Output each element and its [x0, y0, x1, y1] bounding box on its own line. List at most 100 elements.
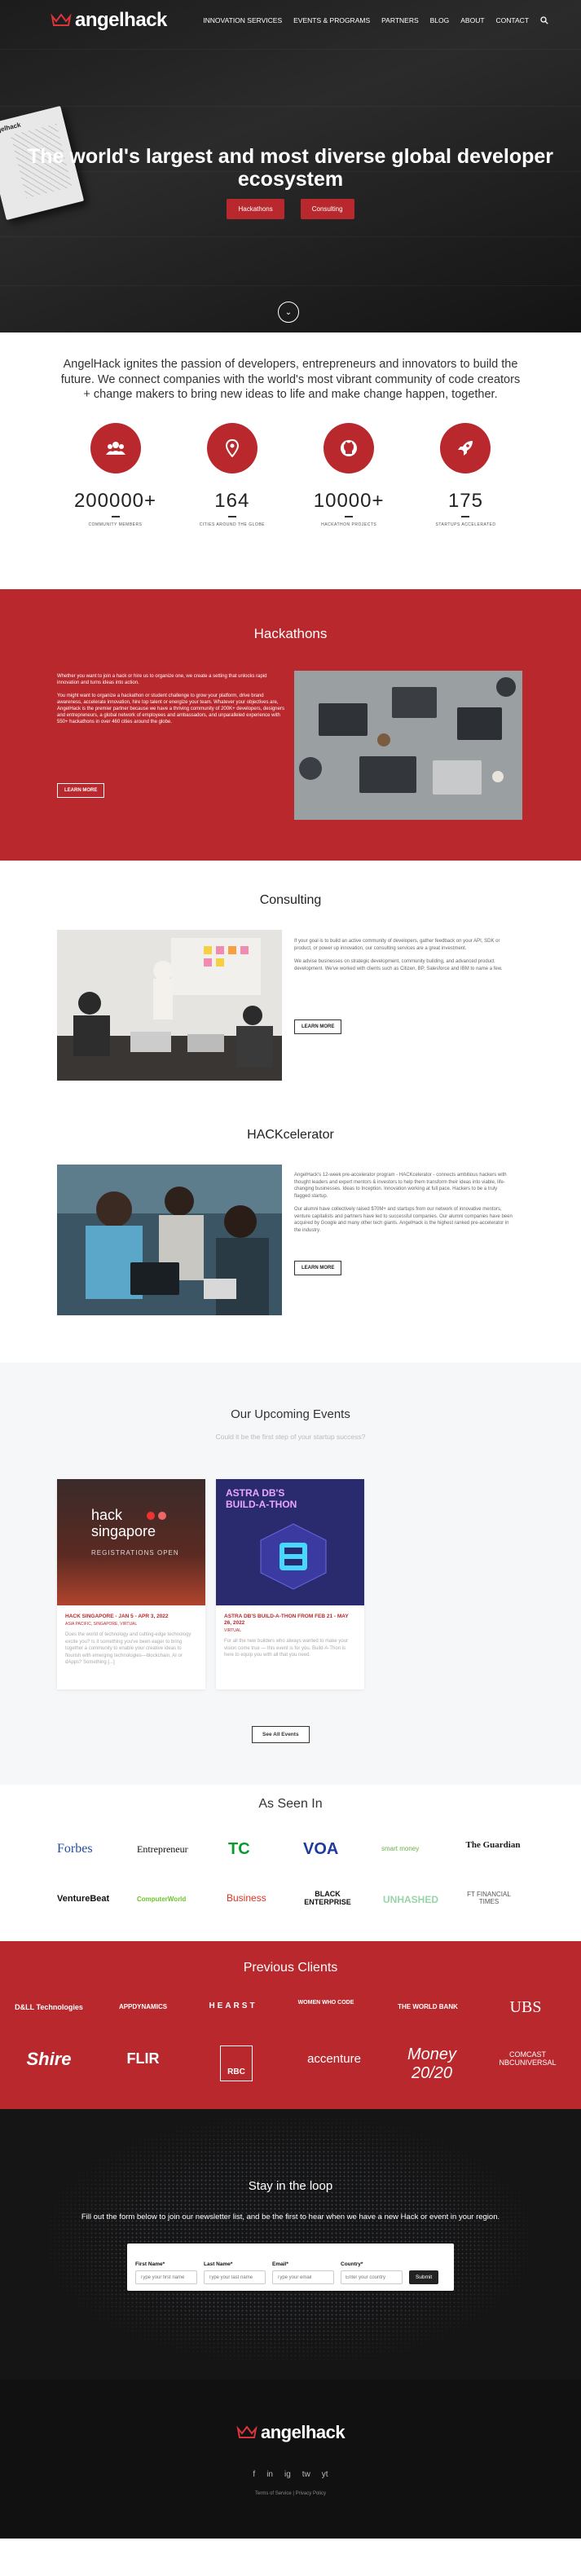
stat-label: STARTUPS ACCELERATED	[435, 522, 496, 527]
press-logo-voa: VOA	[303, 1840, 339, 1858]
consulting-title: Consulting	[259, 893, 322, 907]
event-description: For all the new builders who always want…	[224, 1639, 349, 1658]
press-logo-financial-times: FT FINANCIAL TIMES	[467, 1891, 511, 1905]
client-logo-women-who-code: WOMEN WHO CODE	[297, 2000, 354, 2006]
stat-label: CITIES AROUND THE GLOBE	[199, 522, 265, 527]
stat-projects: 10000+ HACKATHON PROJECTS	[304, 422, 394, 527]
menu-item-innovation-services[interactable]: INNOVATION SERVICES	[203, 16, 282, 24]
brand-name: angelhack	[75, 9, 167, 31]
consulting-learn-more-button[interactable]: LEARN MORE	[294, 1019, 342, 1034]
youtube-icon[interactable]: yt	[322, 2470, 328, 2479]
stat-number: 10000+	[313, 489, 385, 512]
first-name-input[interactable]	[135, 2270, 197, 2284]
footer-logo[interactable]: angelhack	[236, 2422, 346, 2443]
client-logo-shire: Shire	[26, 2049, 72, 2069]
event-image-astra-db: ASTRA DB'S BUILD-A-THON	[216, 1479, 364, 1605]
search-icon[interactable]	[540, 16, 548, 24]
scroll-down-icon[interactable]: ⌄	[278, 302, 299, 323]
stat-cities: 164 CITIES AROUND THE GLOBE	[187, 422, 277, 527]
legal-links[interactable]: Terms of Service | Privacy Policy	[0, 2491, 581, 2496]
github-icon	[324, 422, 375, 473]
hackcelerator-section: HACKcelerator AngelHack's 12-week pre-ac…	[0, 1103, 581, 1363]
event-image-hack-singapore: hack singapore REGISTRATIONS OPEN	[57, 1479, 205, 1605]
client-logo-world-bank: THE WORLD BANK	[398, 2003, 458, 2010]
event-image-line2: singapore	[91, 1523, 156, 1539]
instagram-icon[interactable]: ig	[284, 2470, 291, 2479]
users-icon	[90, 422, 141, 473]
press-logo-techcrunch: TC	[228, 1840, 250, 1858]
stat-number: 175	[447, 489, 483, 512]
brand-logo[interactable]: angelhack	[51, 9, 167, 32]
top-nav: angelhack INNOVATION SERVICES EVENTS & P…	[0, 0, 581, 41]
client-logo-flir: FLIR	[126, 2050, 160, 2067]
stats-row: 200000+ COMMUNITY MEMBERS 164 CITIES ARO…	[71, 422, 511, 527]
hackathons-body: You might want to organize a hackathon o…	[57, 694, 284, 724]
events-section: Our Upcoming Events Could it be the firs…	[0, 1363, 581, 1785]
events-title: Our Upcoming Events	[231, 1407, 350, 1421]
world-map-background	[49, 2117, 530, 2362]
footer-brand-name: angelhack	[261, 2422, 346, 2442]
client-logo-appdynamics: APPDYNAMICS	[118, 2003, 168, 2010]
hackcelerator-body: Our alumni have collectively raised $70M…	[294, 1207, 513, 1233]
see-all-events-button[interactable]: See All Events	[252, 1726, 310, 1743]
hackcelerator-learn-more-button[interactable]: LEARN MORE	[294, 1261, 342, 1275]
hackathon-desk-photo	[294, 671, 522, 820]
main-menu: INNOVATION SERVICES EVENTS & PROGRAMS PA…	[203, 16, 548, 24]
hackathons-section: Hackathons Whether you want to join a ha…	[0, 589, 581, 861]
consulting-meeting-photo	[57, 930, 282, 1081]
rocket-icon	[440, 422, 491, 473]
client-logo-dell: D&LL Technologies	[15, 2003, 83, 2011]
menu-item-contact[interactable]: CONTACT	[496, 16, 529, 24]
hackathons-intro: Whether you want to join a hack or hire …	[57, 674, 267, 685]
press-logo-business: Business	[227, 1892, 266, 1904]
hackathons-learn-more-button[interactable]: LEARN MORE	[57, 783, 105, 798]
event-image-line1: ASTRA DB'S	[226, 1487, 285, 1499]
client-logo-money2020: Money 20/20	[407, 2045, 457, 2082]
menu-item-blog[interactable]: BLOG	[430, 16, 450, 24]
event-location: VIRTUAL	[224, 1628, 242, 1633]
client-logo-hearst: HEARST	[209, 2001, 257, 2010]
stat-number: 164	[214, 489, 250, 512]
client-logo-accenture: accenture	[307, 2052, 361, 2066]
clients-title: Previous Clients	[243, 1961, 338, 1975]
linkedin-icon[interactable]: in	[266, 2470, 273, 2479]
submit-button[interactable]: Submit	[409, 2270, 439, 2284]
event-card[interactable]: hack singapore REGISTRATIONS OPEN HACK S…	[57, 1479, 205, 1689]
press-logo-forbes: Forbes	[57, 1842, 93, 1856]
menu-item-about[interactable]: ABOUT	[460, 16, 484, 24]
event-image-line3: REGISTRATIONS OPEN	[91, 1549, 179, 1557]
facebook-icon[interactable]: f	[253, 2470, 255, 2479]
country-label: Country*	[341, 2261, 363, 2267]
social-links: f in ig tw yt	[0, 2470, 581, 2479]
client-logo-comcast: COMCAST NBCUNIVERSAL	[499, 2050, 557, 2067]
event-title[interactable]: HACK SINGAPORE - JAN 5 - APR 3, 2022	[57, 1605, 205, 1620]
newsletter-section: Stay in the loop Fill out the form below…	[0, 2109, 581, 2380]
event-image-line1: hack	[91, 1507, 123, 1523]
hero-title: The world's largest and most diverse glo…	[27, 145, 553, 191]
email-label: Email*	[272, 2261, 288, 2267]
consulting-button[interactable]: Consulting	[300, 199, 354, 219]
newsletter-subtitle: Fill out the form below to join our news…	[81, 2213, 500, 2222]
stat-community: 200000+ COMMUNITY MEMBERS	[71, 422, 161, 527]
intro-section: AngelHack ignites the passion of develop…	[0, 332, 581, 589]
menu-item-partners[interactable]: PARTNERS	[381, 16, 419, 24]
consulting-intro: If your goal is to build an active commu…	[294, 939, 500, 951]
event-card[interactable]: ASTRA DB'S BUILD-A-THON ASTRA DB'S BUILD…	[216, 1479, 364, 1689]
stat-label: COMMUNITY MEMBERS	[88, 522, 143, 527]
event-location: ASIA PACIFIC, SINGAPORE, VIRTUAL	[65, 1622, 138, 1627]
consulting-section: Consulting If your goal is to build an a…	[0, 861, 581, 1103]
last-name-input[interactable]	[204, 2270, 266, 2284]
newsletter-title: Stay in the loop	[248, 2179, 333, 2193]
country-input[interactable]	[341, 2270, 403, 2284]
hackathons-title: Hackathons	[253, 626, 328, 641]
twitter-icon[interactable]: tw	[302, 2470, 310, 2479]
consulting-body: We advise businesses on strategic develo…	[294, 959, 503, 971]
press-logo-venturebeat: VentureBeat	[57, 1894, 110, 1904]
hackathons-button[interactable]: Hackathons	[227, 199, 284, 219]
stat-label: HACKATHON PROJECTS	[321, 522, 377, 527]
event-title[interactable]: ASTRA DB'S BUILD-A-THON FROM FEB 21 - MA…	[216, 1605, 364, 1627]
email-input[interactable]	[272, 2270, 334, 2284]
first-name-label: First Name*	[135, 2261, 165, 2267]
stat-number: 200000+	[73, 489, 157, 512]
menu-item-events-programs[interactable]: EVENTS & PROGRAMS	[293, 16, 370, 24]
